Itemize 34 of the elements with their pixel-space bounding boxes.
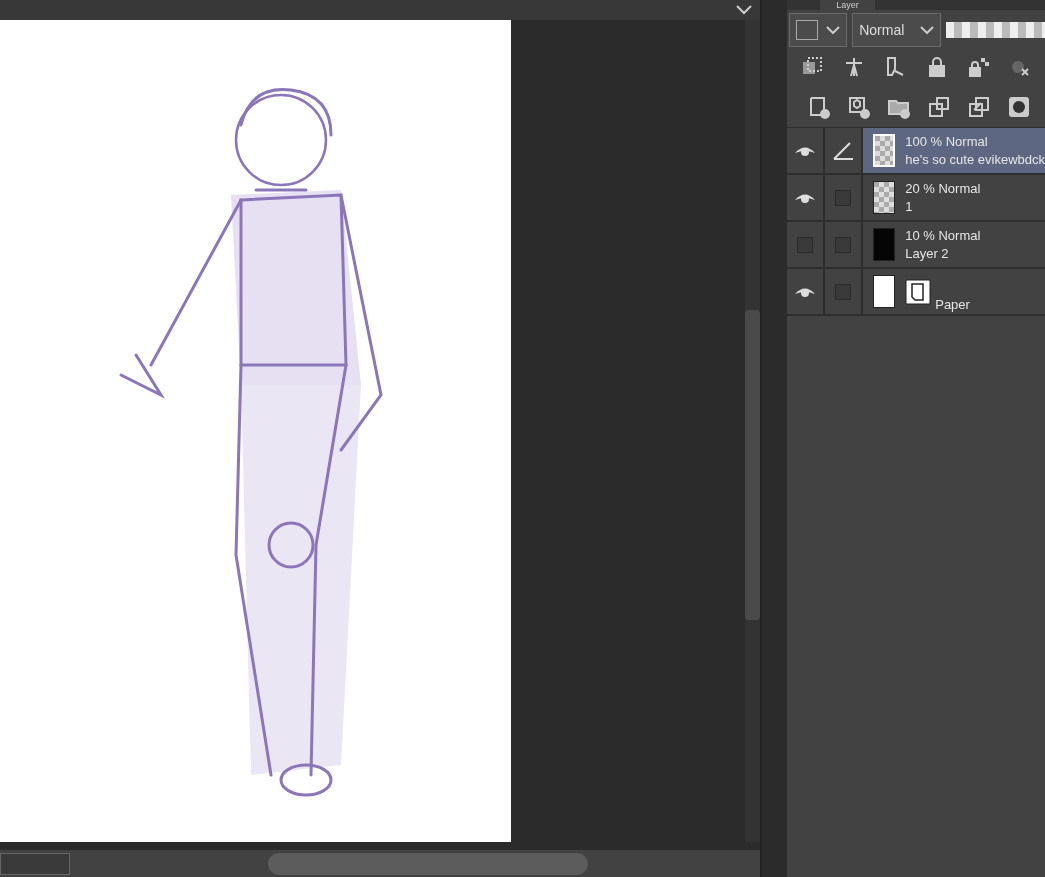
lock-transparency-icon[interactable] xyxy=(966,55,991,79)
mask-icon[interactable] xyxy=(1007,95,1032,119)
layer-opacity-blend: 100 % Normal xyxy=(905,132,989,151)
layer-name: Layer 2 xyxy=(905,244,950,263)
layer-row[interactable]: Paper xyxy=(863,269,1045,314)
layer-opacity-blend: 20 % Normal xyxy=(905,179,981,198)
panel-tab[interactable]: Layer xyxy=(820,0,875,10)
layer-row[interactable]: 10 % Normal Layer 2 xyxy=(863,222,1045,267)
new-vector-layer-icon[interactable] xyxy=(847,95,872,119)
vertical-scrollbar[interactable] xyxy=(745,20,761,842)
edit-checkbox[interactable] xyxy=(835,189,852,206)
edit-checkbox[interactable] xyxy=(835,283,852,300)
layer-thumbnail xyxy=(873,228,896,261)
chevron-down-icon xyxy=(826,26,841,34)
layer-thumbnail xyxy=(873,275,896,308)
chevron-down-icon xyxy=(920,26,935,34)
navigator-thumbnail[interactable] xyxy=(0,852,70,875)
chevron-down-icon[interactable] xyxy=(736,5,753,15)
layer-name: 1 xyxy=(905,197,914,216)
pen-icon[interactable] xyxy=(832,140,855,161)
layer-name: Paper xyxy=(935,297,970,312)
layer-thumbnail xyxy=(873,181,896,214)
layer-opacity-blend: 10 % Normal xyxy=(905,226,981,245)
paper-icon xyxy=(905,278,932,305)
color-dropdown[interactable] xyxy=(789,13,848,47)
layer-row[interactable]: 100 % Normal he's so cute evikewbdck xyxy=(863,128,1045,173)
edit-checkbox[interactable] xyxy=(835,236,852,253)
blend-mode-dropdown[interactable]: Normal xyxy=(852,13,942,47)
new-raster-layer-icon[interactable] xyxy=(807,95,832,119)
layer-thumbnail xyxy=(873,134,896,167)
visibility-checkbox[interactable] xyxy=(797,236,814,253)
layer-name: he's so cute evikewbdck xyxy=(905,150,1045,169)
layer-row[interactable]: 20 % Normal 1 xyxy=(863,175,1045,220)
horizontal-scrollbar-thumb[interactable] xyxy=(268,852,588,875)
